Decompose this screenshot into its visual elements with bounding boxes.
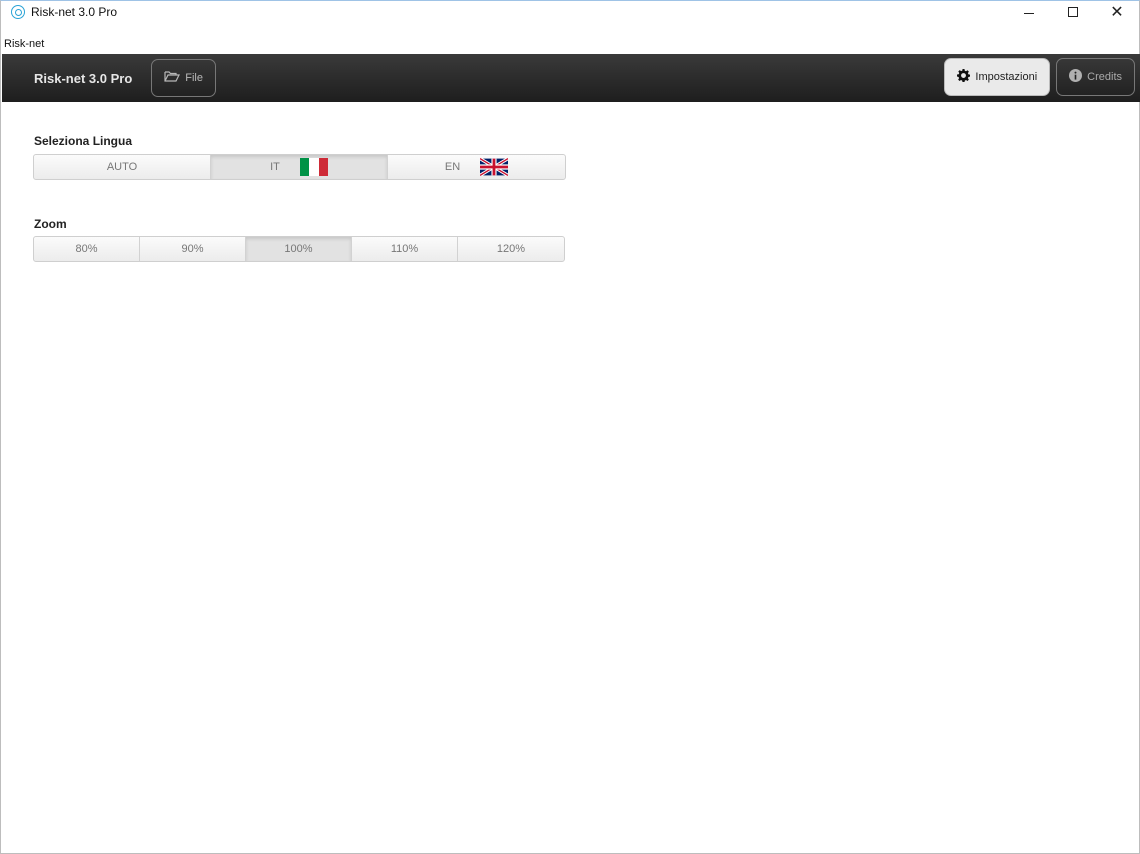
brand-title: Risk-net 3.0 Pro <box>34 70 133 86</box>
zoom-option-80[interactable]: 80% <box>34 237 140 261</box>
italy-flag-icon <box>299 158 328 176</box>
credits-button[interactable]: Credits <box>1056 58 1135 96</box>
language-option-auto[interactable]: AUTO <box>34 155 211 179</box>
language-label: Seleziona Lingua <box>34 134 133 148</box>
language-option-en-label: EN <box>444 161 461 173</box>
toolbar-right-group: Impostazioni Credits <box>944 58 1135 96</box>
zoom-option-label: 110% <box>390 243 419 255</box>
language-option-it[interactable]: IT <box>211 155 388 179</box>
info-icon <box>1069 69 1083 85</box>
folder-open-icon <box>164 70 181 86</box>
zoom-label: Zoom <box>34 217 67 231</box>
maximize-icon <box>1068 7 1078 17</box>
zoom-option-90[interactable]: 90% <box>140 237 246 261</box>
app-logo-icon <box>11 5 25 19</box>
settings-button-label: Impostazioni <box>975 71 1038 83</box>
file-button-label: File <box>185 72 203 84</box>
language-option-it-label: IT <box>270 161 280 173</box>
minimize-button[interactable] <box>1007 1 1051 23</box>
menu-risk-net[interactable]: Risk-net <box>4 38 44 50</box>
minimize-icon <box>1024 12 1034 14</box>
maximize-button[interactable] <box>1051 1 1095 23</box>
zoom-option-120[interactable]: 120% <box>458 237 564 261</box>
language-selector: AUTO IT EN <box>33 154 566 180</box>
zoom-selector: 80% 90% 100% 110% 120% <box>33 236 565 262</box>
menu-bar: Risk-net <box>1 36 1139 52</box>
zoom-option-label: 80% <box>75 243 98 255</box>
uk-flag-icon <box>479 157 509 177</box>
title-bar: Risk-net 3.0 Pro ✕ <box>1 1 1139 23</box>
settings-button[interactable]: Impostazioni <box>944 58 1051 96</box>
language-option-auto-label: AUTO <box>106 161 138 173</box>
window-title: Risk-net 3.0 Pro <box>31 5 118 19</box>
zoom-option-110[interactable]: 110% <box>352 237 458 261</box>
gear-icon <box>957 69 971 85</box>
zoom-option-label: 90% <box>181 243 204 255</box>
file-button[interactable]: File <box>151 59 216 97</box>
zoom-option-label: 100% <box>284 243 313 255</box>
app-window: Risk-net 3.0 Pro ✕ Risk-net Risk-net 3.0… <box>0 0 1140 854</box>
close-button[interactable]: ✕ <box>1095 1 1139 23</box>
app-toolbar: Risk-net 3.0 Pro File Impostazioni Credi… <box>2 54 1140 102</box>
credits-button-label: Credits <box>1087 71 1122 83</box>
zoom-option-label: 120% <box>496 243 526 255</box>
close-icon: ✕ <box>1110 4 1124 21</box>
language-option-en[interactable]: EN <box>388 155 565 179</box>
zoom-option-100[interactable]: 100% <box>246 237 352 261</box>
window-controls: ✕ <box>1007 1 1139 23</box>
